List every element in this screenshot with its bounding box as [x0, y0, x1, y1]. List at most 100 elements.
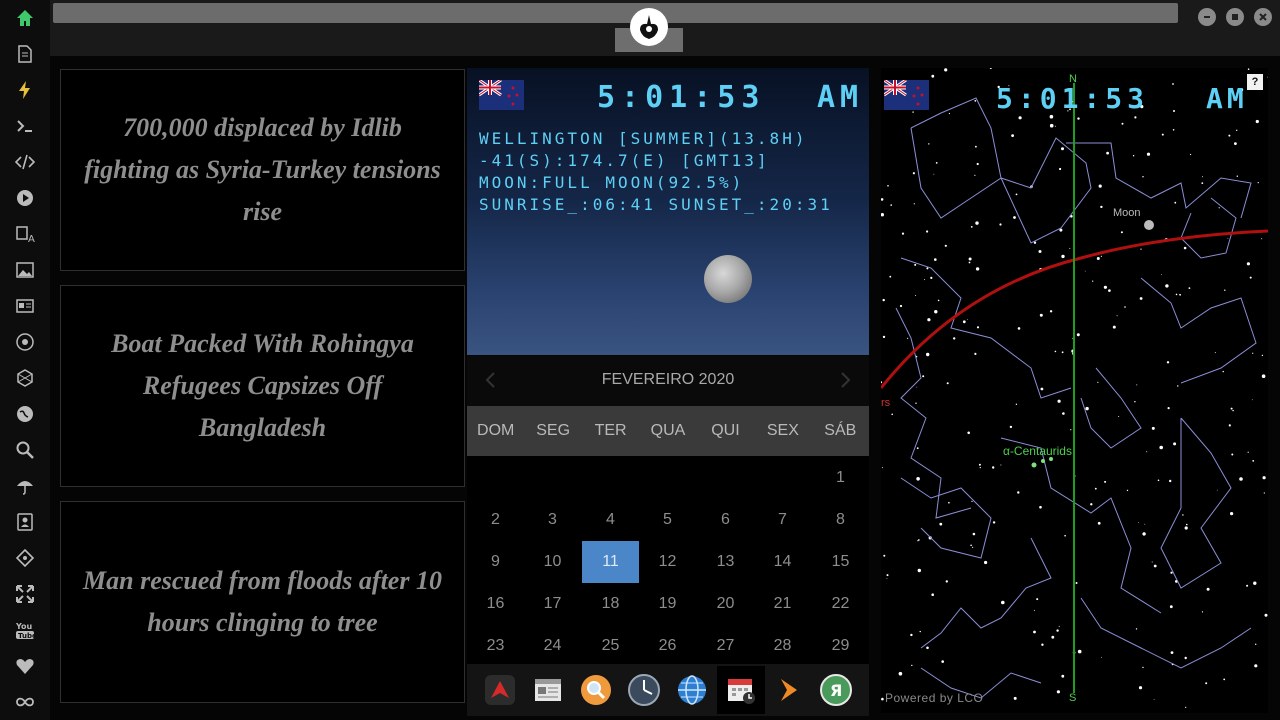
star [935, 162, 938, 164]
calendar-day[interactable]: 4 [582, 499, 639, 541]
star [1182, 514, 1184, 516]
calendar-day[interactable]: 1 [812, 457, 869, 499]
play-app-icon[interactable] [769, 671, 807, 709]
calendar-day[interactable]: 20 [697, 583, 754, 625]
search-app-icon[interactable] [577, 671, 615, 709]
maximize-button[interactable] [1226, 8, 1244, 26]
calendar-day[interactable]: 14 [754, 541, 811, 583]
star [1118, 416, 1120, 417]
star [1224, 289, 1226, 291]
calendar-day[interactable]: 25 [582, 625, 639, 667]
star [1205, 682, 1208, 685]
star [1261, 354, 1264, 357]
star [1124, 306, 1126, 308]
calendar-day[interactable]: 5 [639, 499, 696, 541]
calendar-day[interactable]: 12 [639, 541, 696, 583]
heart-icon[interactable] [13, 654, 37, 678]
star [1261, 238, 1263, 240]
globe-icon[interactable] [13, 402, 37, 426]
calendar-day[interactable]: 27 [697, 625, 754, 667]
contacts-icon[interactable] [13, 510, 37, 534]
calendar-day[interactable]: 19 [639, 583, 696, 625]
minimize-button[interactable] [1198, 8, 1216, 26]
play-icon[interactable] [13, 186, 37, 210]
star [930, 276, 933, 279]
translate-app-icon[interactable]: Я [817, 671, 855, 709]
document-icon[interactable] [13, 42, 37, 66]
calendar-day[interactable]: 16 [467, 583, 524, 625]
calendar-day[interactable]: 7 [754, 499, 811, 541]
code-icon[interactable] [13, 150, 37, 174]
star [1227, 238, 1229, 240]
calendar-day[interactable]: 6 [697, 499, 754, 541]
calendar-day[interactable]: 23 [467, 625, 524, 667]
calendar-day[interactable]: 10 [524, 541, 581, 583]
star [1267, 76, 1268, 78]
umbrella-icon[interactable] [13, 474, 37, 498]
calendar-day[interactable]: 18 [582, 583, 639, 625]
app-red-icon[interactable] [481, 671, 519, 709]
home-icon[interactable] [13, 6, 37, 30]
chevron-right-icon[interactable] [835, 368, 855, 392]
star [1041, 643, 1044, 646]
moon-image [704, 255, 752, 303]
translate-icon[interactable]: A [13, 222, 37, 246]
star [979, 467, 981, 469]
star [1075, 582, 1078, 584]
calendar-day[interactable]: 17 [524, 583, 581, 625]
star [1013, 696, 1017, 700]
network-icon[interactable] [13, 366, 37, 390]
star [1104, 480, 1107, 483]
calendar-day[interactable]: 2 [467, 499, 524, 541]
news-card[interactable]: Boat Packed With Rohingya Refugees Capsi… [60, 285, 465, 487]
news-card[interactable]: Man rescued from floods after 10 hours c… [60, 501, 465, 703]
star [1092, 280, 1094, 282]
calendar-app-icon[interactable] [717, 666, 765, 714]
star [1103, 285, 1107, 289]
calendar-day[interactable]: 8 [812, 499, 869, 541]
calendar-day[interactable]: 13 [697, 541, 754, 583]
terminal-icon[interactable] [13, 114, 37, 138]
clock-app-icon[interactable] [625, 671, 663, 709]
address-bar[interactable] [53, 3, 1178, 23]
help-button[interactable]: ? [1247, 74, 1263, 90]
lightning-icon[interactable] [13, 78, 37, 102]
calendar-day[interactable]: 28 [754, 625, 811, 667]
star [1061, 147, 1064, 151]
star [1228, 424, 1231, 427]
star [1230, 407, 1233, 410]
star [891, 413, 893, 416]
star [1054, 125, 1056, 127]
news-icon[interactable] [13, 294, 37, 318]
calendar-day[interactable]: 24 [524, 625, 581, 667]
close-button[interactable] [1254, 8, 1272, 26]
calendar-day[interactable]: 9 [467, 541, 524, 583]
moon-label: Moon [1113, 207, 1141, 219]
fullscreen-icon[interactable] [13, 582, 37, 606]
news-card[interactable]: 700,000 displaced by Idlib fighting as S… [60, 69, 465, 271]
sky-map[interactable]: 5:01:53 AM N S Moon α-Centaurids rs Powe… [881, 68, 1268, 713]
tag-icon[interactable] [13, 546, 37, 570]
calendar-day[interactable]: 3 [524, 499, 581, 541]
star [944, 68, 948, 72]
star [1142, 532, 1146, 536]
youtube-icon[interactable]: You Tube [13, 618, 37, 642]
star [1116, 315, 1118, 317]
calendar-day-selected[interactable]: 11 [582, 541, 639, 583]
globe-app-icon[interactable] [673, 671, 711, 709]
calendar-day[interactable]: 22 [812, 583, 869, 625]
rebel-logo-icon[interactable] [630, 8, 668, 46]
star [1132, 155, 1135, 157]
search-icon[interactable] [13, 438, 37, 462]
calendar-day[interactable]: 21 [754, 583, 811, 625]
rebel-icon[interactable] [13, 330, 37, 354]
news-app-icon[interactable] [529, 671, 567, 709]
calendar-day[interactable]: 15 [812, 541, 869, 583]
star [1049, 123, 1054, 128]
weekday-label: DOM [477, 422, 515, 439]
image-icon[interactable] [13, 258, 37, 282]
star [971, 500, 973, 502]
calendar-day[interactable]: 26 [639, 625, 696, 667]
infinity-icon[interactable] [13, 690, 37, 714]
calendar-day[interactable]: 29 [812, 625, 869, 667]
